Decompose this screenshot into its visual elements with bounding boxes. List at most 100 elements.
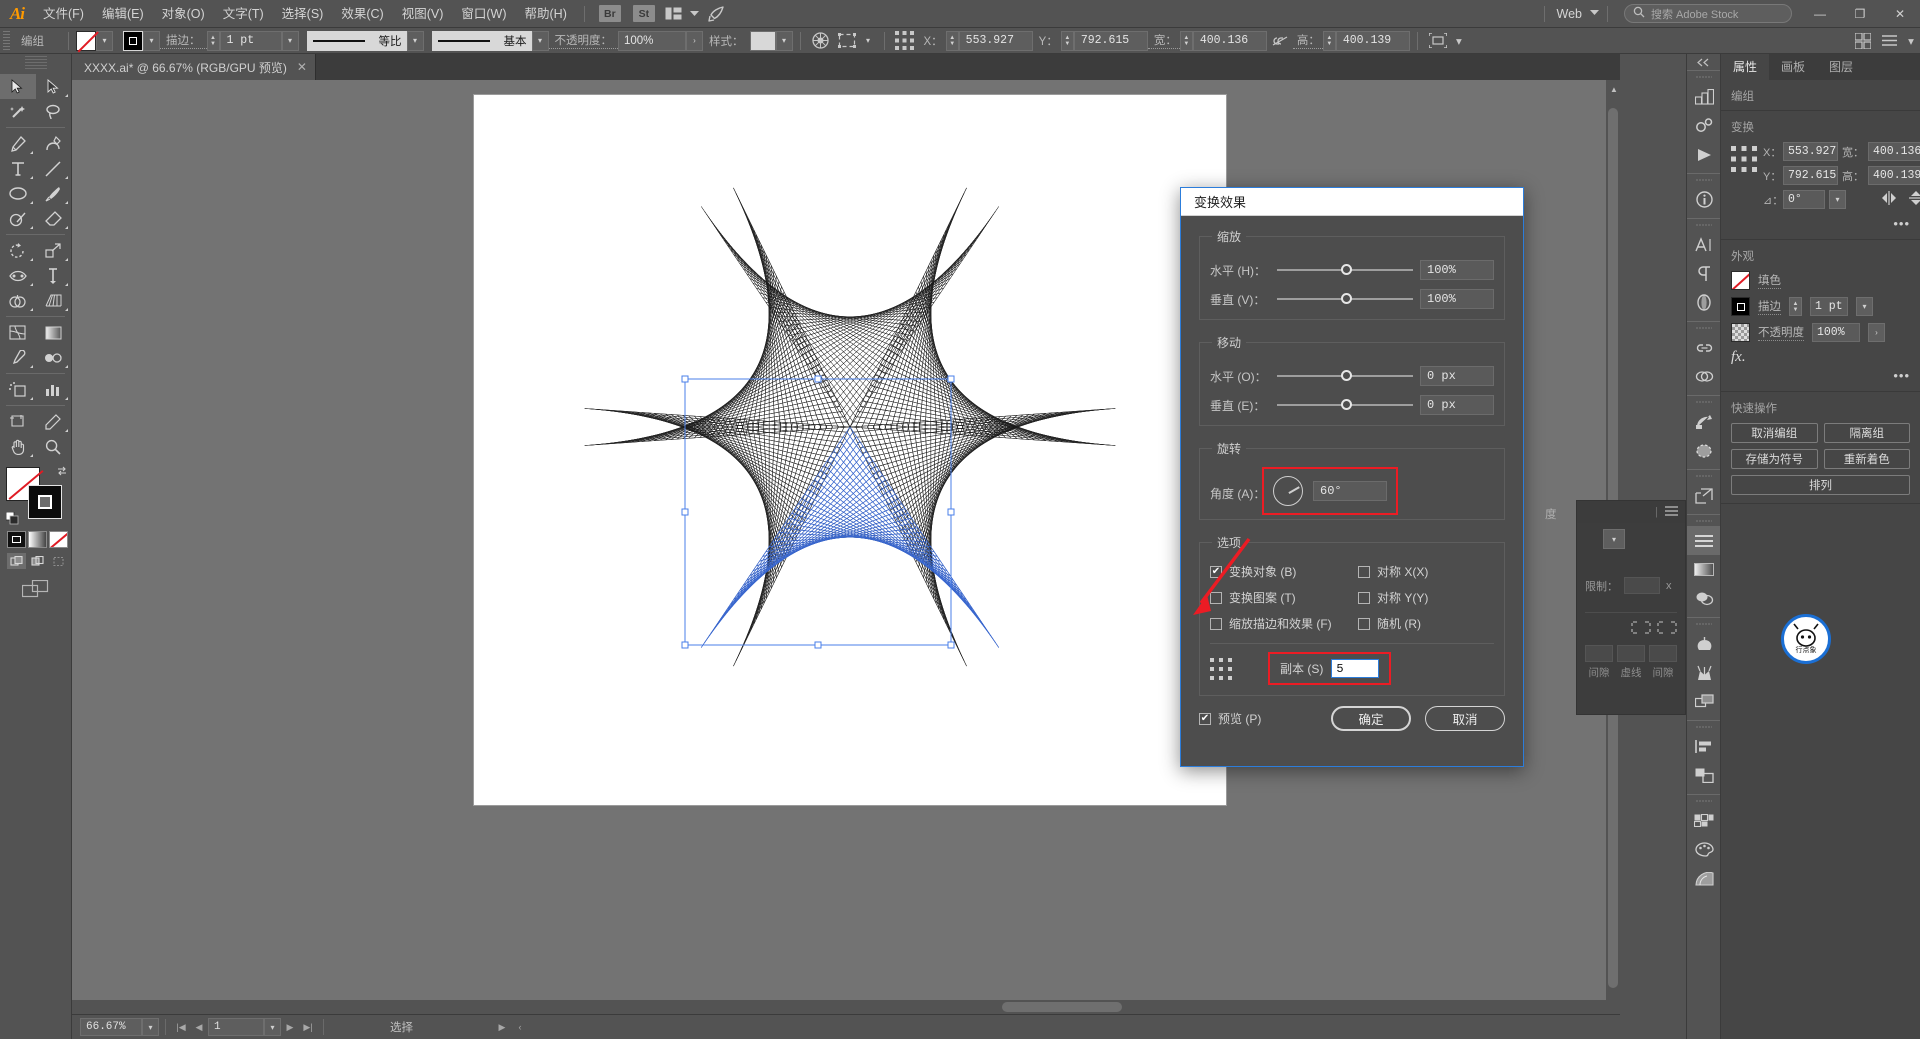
stroke-weight-chevron-down-icon[interactable]: ▾ — [281, 30, 299, 51]
scale-horizontal-input[interactable]: 100% — [1420, 260, 1494, 280]
eraser-tool[interactable] — [36, 206, 72, 231]
tab-properties[interactable]: 属性 — [1721, 54, 1770, 80]
rotate-tool[interactable] — [0, 238, 36, 263]
hand-tool[interactable] — [0, 434, 36, 459]
stroke-weight-label[interactable]: 描边： — [160, 32, 207, 49]
default-fill-stroke-icon[interactable] — [5, 511, 19, 525]
transparency-icon[interactable] — [1687, 584, 1721, 613]
option-scale-strokes-effects[interactable]: 缩放描边和效果 (F) — [1210, 615, 1346, 632]
swap-fill-stroke-icon[interactable] — [56, 465, 68, 480]
stroke-icon[interactable] — [1687, 526, 1721, 555]
draw-inside-mode-icon[interactable] — [49, 553, 68, 569]
stroke-weight-stepper[interactable]: ▲ ▼ — [206, 30, 220, 51]
direct-selection-tool[interactable] — [36, 74, 72, 99]
move-horizontal-input[interactable]: 0 px — [1420, 366, 1494, 386]
width-input[interactable]: 400.136 — [1868, 142, 1920, 161]
selection-tool[interactable] — [0, 74, 36, 99]
discover-rocket-icon[interactable] — [703, 0, 729, 28]
reference-point-grid-icon[interactable] — [1210, 657, 1232, 680]
paintbrush-tool[interactable] — [36, 181, 72, 206]
horizontal-scroll-thumb[interactable] — [1002, 1002, 1122, 1012]
limit-input[interactable] — [1624, 577, 1660, 594]
line-segment-tool[interactable] — [36, 156, 72, 181]
control-bar-grid-icon[interactable] — [1850, 30, 1876, 52]
symbols-icon[interactable] — [1687, 658, 1721, 687]
symbol-sprayer-tool[interactable] — [0, 377, 36, 402]
x-input[interactable]: 553.927 — [958, 30, 1033, 51]
angle-chevron-down-icon[interactable]: ▾ — [1829, 190, 1846, 209]
checkbox-icon[interactable] — [1358, 591, 1370, 604]
arrange-button[interactable]: 排列 — [1731, 475, 1910, 495]
brush-chevron-down-icon[interactable]: ▾ — [531, 30, 549, 51]
free-transform-tool[interactable] — [36, 263, 72, 288]
stock-button[interactable]: St — [632, 5, 655, 22]
isolate-group-button[interactable]: 隔离组 — [1823, 423, 1910, 443]
curvature-tool[interactable] — [36, 131, 72, 156]
y-input[interactable]: 792.615 — [1073, 30, 1148, 51]
export-icon[interactable] — [1687, 481, 1721, 510]
move-vertical-input[interactable]: 0 px — [1420, 395, 1494, 415]
menu-type[interactable]: 文字(T) — [214, 0, 273, 28]
style-chevron-down-icon[interactable]: ▾ — [775, 30, 793, 51]
zoom-chevron-down-icon[interactable]: ▾ — [142, 1018, 159, 1036]
checkbox-icon[interactable] — [1210, 617, 1222, 630]
draw-normal-mode-icon[interactable] — [7, 553, 26, 569]
recolor-button[interactable]: 重新着色 — [1823, 449, 1910, 469]
angle-input[interactable]: 0° — [1783, 190, 1825, 209]
ungroup-button[interactable]: 取消编组 — [1731, 423, 1818, 443]
opacity-input[interactable]: 100% — [1812, 323, 1860, 342]
lasso-tool[interactable] — [36, 99, 72, 124]
save-as-symbol-button[interactable]: 存储为符号 — [1731, 449, 1818, 469]
opacity-expand-icon[interactable]: › — [1868, 323, 1885, 342]
transform-more-icon[interactable]: ••• — [1731, 216, 1910, 231]
width-tool[interactable] — [0, 263, 36, 288]
corner-join-round-icon[interactable] — [1631, 621, 1651, 637]
option-random[interactable]: 随机 (R) — [1358, 615, 1494, 632]
stroke-chevron-down-icon[interactable]: ▾ — [143, 30, 160, 51]
option-reflect-y[interactable]: 对称 Y(Y) — [1358, 589, 1494, 606]
align-chevron-down-icon[interactable]: ▾ — [1451, 30, 1467, 52]
control-bar-grip[interactable] — [3, 30, 10, 51]
control-bar-menu-icon[interactable] — [1876, 30, 1902, 52]
width-input[interactable]: 400.136 — [1192, 30, 1267, 51]
checkbox-checked-icon[interactable]: ✔ — [1210, 565, 1222, 578]
scale-vertical-input[interactable]: 100% — [1420, 289, 1494, 309]
rotate-angle-input[interactable]: 60° — [1313, 481, 1387, 501]
brushes-icon[interactable] — [1687, 629, 1721, 658]
control-bar-overflow-icon[interactable]: ▾ — [1902, 30, 1920, 52]
align-objects-icon[interactable] — [1425, 30, 1451, 52]
checkbox-icon[interactable] — [1358, 617, 1370, 630]
appearance-more-icon[interactable]: ••• — [1731, 368, 1910, 383]
panel-menu-icon[interactable] — [1665, 505, 1678, 519]
menu-object[interactable]: 对象(O) — [153, 0, 214, 28]
y-stepper[interactable]: ▲ ▼ — [1060, 30, 1074, 51]
checkbox-checked-icon[interactable]: ✔ — [1199, 712, 1211, 725]
arrange-chevron-down-icon[interactable] — [687, 0, 703, 28]
properties-gears-icon[interactable] — [1687, 111, 1721, 140]
minimize-button[interactable]: — — [1800, 0, 1840, 28]
height-stepper[interactable]: ▲ ▼ — [1322, 30, 1336, 51]
scale-vertical-slider[interactable] — [1277, 292, 1413, 306]
actions-play-icon[interactable] — [1687, 140, 1721, 169]
reference-point-grid-icon[interactable] — [892, 30, 918, 52]
cancel-button[interactable]: 取消 — [1425, 706, 1505, 731]
change-screen-mode-icon[interactable] — [21, 579, 51, 599]
libraries-icon[interactable] — [1687, 82, 1721, 111]
type-tool[interactable] — [0, 156, 36, 181]
page-number-input[interactable]: 1 — [208, 1018, 264, 1036]
height-label[interactable]: 高： — [1292, 32, 1323, 49]
status-more-icon[interactable]: ▶ — [493, 1022, 511, 1033]
fx-button[interactable]: fx. — [1731, 349, 1910, 366]
character-icon[interactable] — [1687, 230, 1721, 259]
magic-wand-tool[interactable] — [0, 99, 36, 124]
recolor-artwork-icon[interactable] — [808, 30, 834, 52]
layers-stack-icon[interactable] — [1687, 687, 1721, 716]
stroke-swatch[interactable] — [28, 485, 62, 519]
eyedropper-tool[interactable] — [0, 345, 36, 370]
preview-toggle[interactable]: ✔ 预览 (P) — [1199, 710, 1261, 727]
close-icon[interactable]: ✕ — [297, 60, 307, 74]
toolbar-grip[interactable] — [24, 56, 47, 70]
cap-select-chevron-down-icon[interactable]: ▾ — [1603, 529, 1625, 549]
height-input[interactable]: 400.139 — [1868, 166, 1920, 185]
shape-builder-tool[interactable] — [0, 288, 36, 313]
